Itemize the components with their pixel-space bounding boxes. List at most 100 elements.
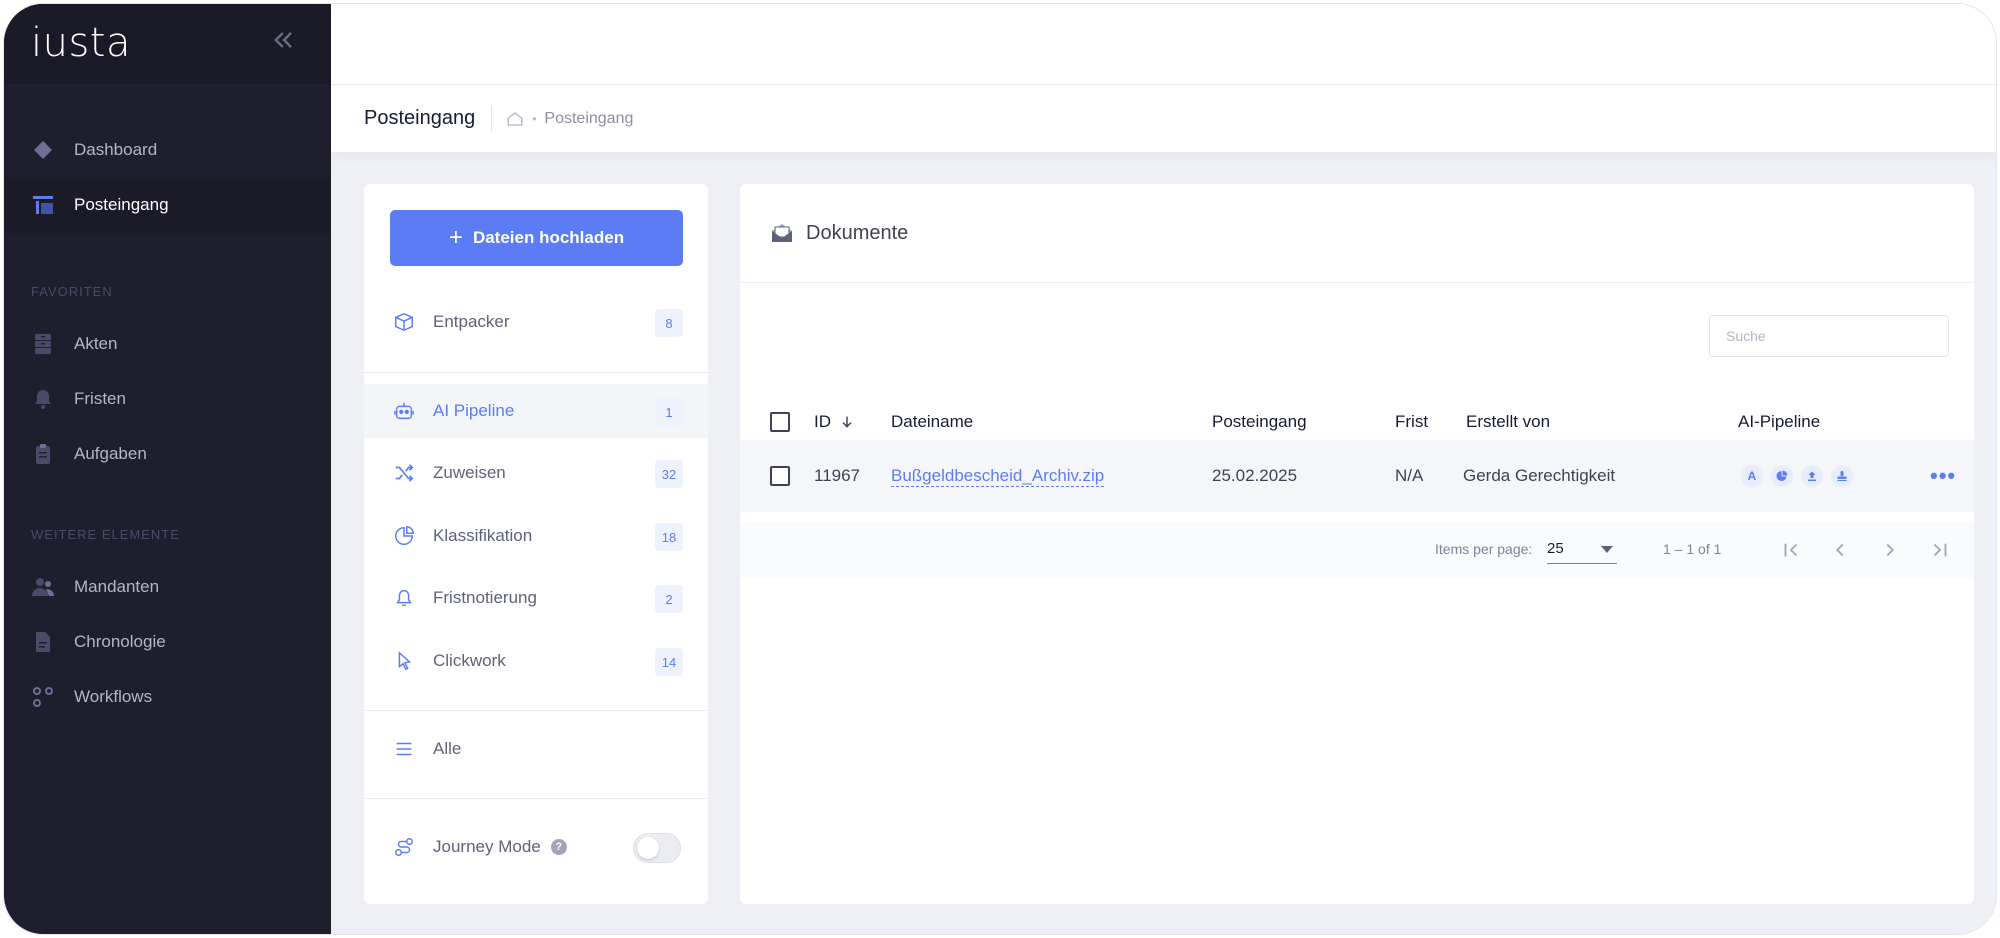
inbox-icon <box>30 192 56 218</box>
items-per-page-label: Items per page: <box>1435 541 1533 557</box>
pipeline-filter-panel: + Dateien hochladen Entpacker 8 AI Pipel… <box>364 184 708 904</box>
count-badge: 32 <box>655 460 683 488</box>
upload-icon[interactable] <box>1801 465 1823 487</box>
filter-label: Alle <box>433 739 462 758</box>
layers-icon <box>30 137 56 163</box>
sidebar-item-posteingang[interactable]: Posteingang <box>4 177 331 233</box>
pipeline-status-icons: A <box>1741 440 1861 512</box>
more-actions-icon[interactable]: ••• <box>1930 463 1956 489</box>
plus-icon: + <box>448 224 463 251</box>
filter-klassifikation[interactable]: Klassifikation 18 <box>364 509 708 563</box>
pie-icon[interactable] <box>1771 465 1793 487</box>
filter-entpacker[interactable]: Entpacker 8 <box>364 295 708 349</box>
stamp-icon[interactable] <box>1831 465 1853 487</box>
users-icon <box>30 574 56 600</box>
breadcrumb[interactable]: Posteingang <box>544 110 633 128</box>
count-badge: 18 <box>655 523 683 551</box>
sidebar-item-aufgaben[interactable]: Aufgaben <box>4 426 331 482</box>
filter-zuweisen[interactable]: Zuweisen 32 <box>364 446 708 500</box>
home-icon[interactable] <box>506 110 524 128</box>
documents-title: Dokumente <box>806 221 909 244</box>
sidebar-item-label: Dashboard <box>74 140 158 159</box>
first-page-icon[interactable] <box>1777 536 1805 564</box>
row-checkbox[interactable] <box>770 466 790 486</box>
top-header <box>331 4 1996 84</box>
bell-outline-icon <box>391 585 417 611</box>
divider <box>364 798 708 799</box>
row-filename-cell: Bußgeldbescheid_Archiv.zip <box>891 440 1105 512</box>
column-label: ID <box>814 412 831 431</box>
upload-files-button[interactable]: + Dateien hochladen <box>390 210 683 266</box>
row-created-by: Gerda Gerechtigkeit <box>1463 466 1616 485</box>
journey-mode-toggle[interactable] <box>633 833 681 863</box>
documents-card: Dokumente ID Dateiname Posteingang Frist… <box>740 184 1974 904</box>
app-logo[interactable]: iusta <box>31 20 131 66</box>
filter-fristnotierung[interactable]: Fristnotierung 2 <box>364 571 708 625</box>
header-separator <box>491 105 493 132</box>
collapse-sidebar-icon[interactable] <box>269 26 299 56</box>
paginator: Items per page: 25 1 – 1 of 1 <box>740 522 1974 578</box>
page-title: Posteingang <box>364 107 476 129</box>
filename-link[interactable]: Bußgeldbescheid_Archiv.zip <box>891 466 1105 487</box>
count-badge: 1 <box>655 398 683 426</box>
sidebar-item-label: Workflows <box>74 687 153 706</box>
help-icon[interactable]: ? <box>550 839 567 855</box>
sidebar-header: iusta <box>4 4 331 84</box>
pie-chart-icon <box>391 523 417 549</box>
caret-down-icon <box>1601 546 1613 553</box>
sidebar-item-label: Chronologie <box>74 632 166 651</box>
page-range: 1 – 1 of 1 <box>1663 541 1722 557</box>
section-favoriten: FAVORITEN <box>31 284 113 299</box>
upload-files-label: Dateien hochladen <box>472 228 625 247</box>
sidebar-item-label: Posteingang <box>74 195 169 214</box>
sidebar-item-chronologie[interactable]: Chronologie <box>4 614 331 670</box>
filter-label: Zuweisen <box>433 463 506 482</box>
breadcrumb-dot: • <box>532 111 537 126</box>
clipboard-icon <box>30 441 56 467</box>
prev-page-icon[interactable] <box>1826 536 1854 564</box>
filter-label: Clickwork <box>433 651 506 670</box>
page-size-select[interactable]: 25 <box>1547 534 1617 564</box>
sidebar-item-fristen[interactable]: Fristen <box>4 371 331 427</box>
file-icon <box>30 629 56 655</box>
filter-alle[interactable]: Alle <box>364 722 708 776</box>
shuffle-icon <box>391 460 417 486</box>
sidebar: iusta Dashboard Posteingang FAVORITEN Ak… <box>4 4 331 934</box>
count-badge: 14 <box>655 648 683 676</box>
app-frame: iusta Dashboard Posteingang FAVORITEN Ak… <box>3 3 1997 935</box>
row-deadline: N/A <box>1395 466 1424 485</box>
subheader: Posteingang • Posteingang <box>331 84 1996 152</box>
bell-icon <box>30 386 56 412</box>
divider <box>364 372 708 373</box>
count-badge: 2 <box>655 585 683 613</box>
section-weitere-elemente: WEITERE ELEMENTE <box>31 527 180 542</box>
filter-ai-pipeline[interactable]: AI Pipeline 1 <box>364 384 708 438</box>
next-page-icon[interactable] <box>1876 536 1904 564</box>
filter-label: Klassifikation <box>433 526 533 545</box>
sidebar-item-label: Aufgaben <box>74 444 147 463</box>
row-received: 25.02.2025 <box>1212 466 1298 485</box>
sort-arrow-down-icon <box>839 414 855 430</box>
sidebar-item-label: Mandanten <box>74 577 160 596</box>
divider <box>364 710 708 711</box>
table-row[interactable]: 11967 Bußgeldbescheid_Archiv.zip 25.02.2… <box>740 440 1974 512</box>
robot-icon <box>391 398 417 424</box>
sidebar-item-dashboard[interactable]: Dashboard <box>4 122 331 178</box>
filter-label: Entpacker <box>433 312 510 331</box>
row-id: 11967 <box>814 466 861 485</box>
row-checkbox-cell <box>770 440 790 512</box>
workflow-icon <box>30 684 56 710</box>
sidebar-item-akten[interactable]: Akten <box>4 316 331 372</box>
cursor-icon <box>391 648 417 674</box>
last-page-icon[interactable] <box>1926 536 1954 564</box>
list-icon <box>391 736 417 762</box>
sidebar-item-workflows[interactable]: Workflows <box>4 669 331 725</box>
mail-open-icon <box>770 221 794 245</box>
route-icon <box>391 834 417 860</box>
search-input[interactable] <box>1709 315 1949 357</box>
row-actions-cell: ••• <box>1930 440 1956 512</box>
text-icon[interactable]: A <box>1741 465 1763 487</box>
sidebar-item-mandanten[interactable]: Mandanten <box>4 559 331 615</box>
select-all-checkbox[interactable] <box>770 412 790 432</box>
filter-clickwork[interactable]: Clickwork 14 <box>364 634 708 688</box>
